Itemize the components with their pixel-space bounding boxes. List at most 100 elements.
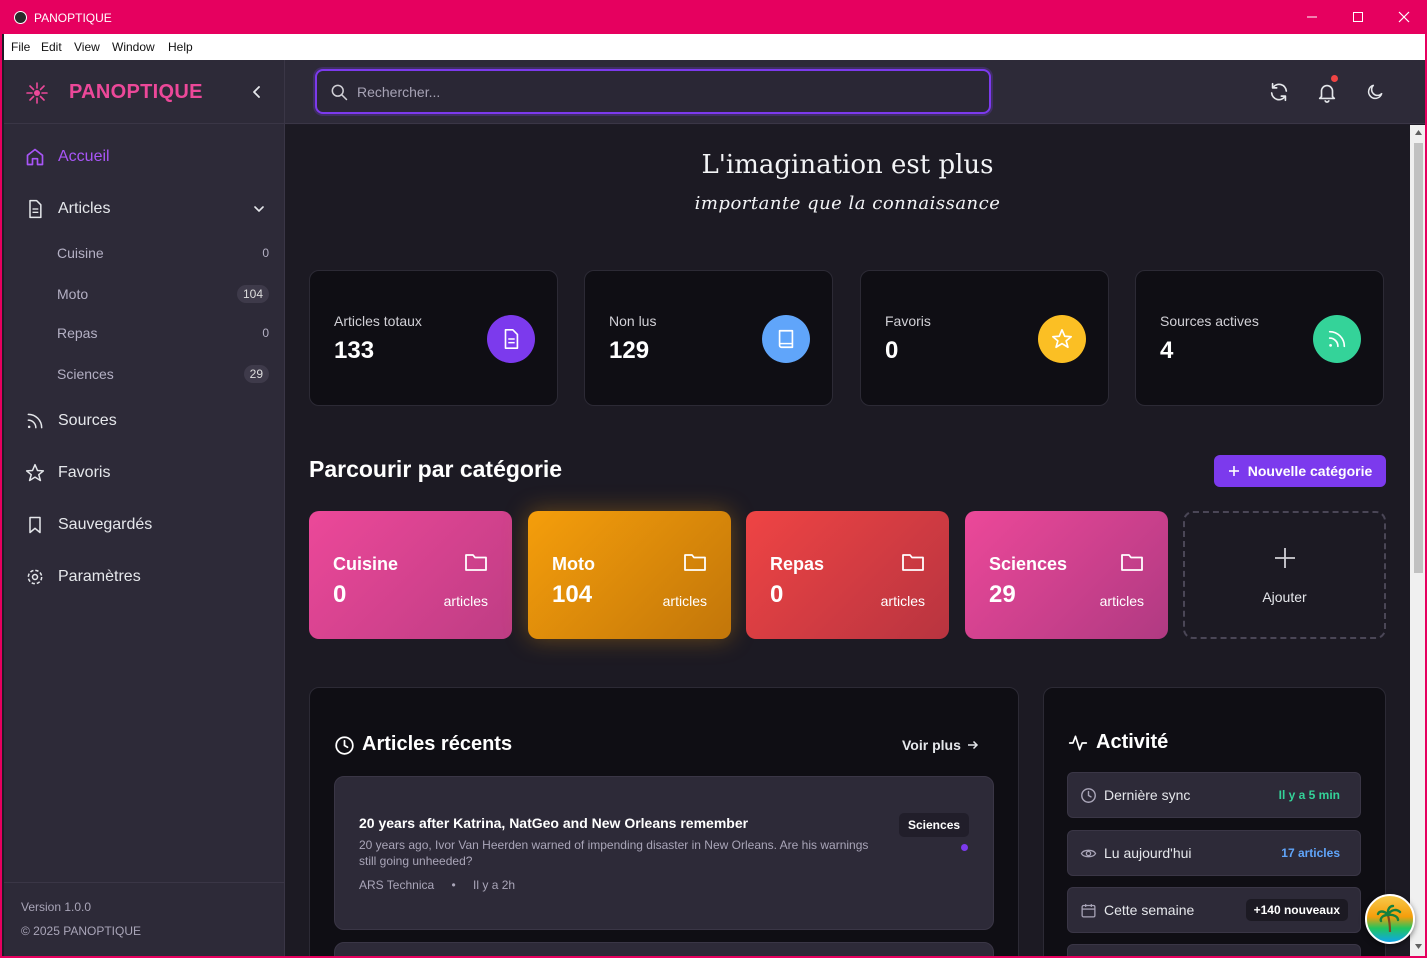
category-name: Repas: [770, 554, 825, 574]
stat-value: 133: [334, 337, 375, 364]
menu-edit[interactable]: Edit: [41, 40, 62, 54]
bookmark-icon: [24, 514, 46, 536]
rss-icon: [24, 410, 46, 432]
plus-icon: [1228, 466, 1239, 476]
scrollbar-thumb[interactable]: [1414, 143, 1423, 573]
unread-dot: [961, 844, 968, 851]
sidebar-item-sources-label: Sources: [58, 412, 117, 429]
article-description: 20 years ago, Ivor Van Heerden warned of…: [359, 838, 869, 868]
search-icon: [331, 84, 348, 101]
minimize-button[interactable]: [1289, 0, 1335, 34]
activity-label: Dernière sync: [1104, 787, 1191, 803]
rss-icon: [1313, 315, 1361, 363]
theme-toggle-button[interactable]: [1363, 80, 1387, 104]
stat-label: Sources actives: [1160, 313, 1259, 329]
clock-icon: [1081, 788, 1096, 803]
maximize-button[interactable]: [1335, 0, 1381, 34]
article-card[interactable]: [334, 942, 994, 956]
sidebar-subitem-cuisine[interactable]: Cuisine 0: [57, 245, 269, 261]
sidebar-item-articles[interactable]: Articles: [24, 198, 269, 220]
copyright-text: © 2025 PANOPTIQUE: [21, 924, 141, 938]
menu-view[interactable]: View: [74, 40, 100, 54]
main-scrollbar[interactable]: [1410, 125, 1425, 956]
maximize-icon: [1353, 12, 1363, 22]
folder-icon: [684, 554, 706, 571]
scroll-up-icon[interactable]: [1414, 129, 1423, 136]
category-card-cuisine[interactable]: Cuisine 0 articles: [309, 511, 512, 639]
refresh-button[interactable]: [1267, 80, 1291, 104]
palm-tree-icon: [1376, 904, 1402, 933]
add-category-card[interactable]: Ajouter: [1183, 511, 1386, 639]
activity-item-this-week: Cette semaine +140 nouveaux: [1067, 887, 1361, 933]
notification-dot: [1331, 75, 1338, 82]
see-more-label: Voir plus: [902, 737, 961, 753]
activity-label: Cette semaine: [1104, 902, 1195, 918]
subitem-count: 104: [236, 285, 269, 303]
sidebar-item-home-label: Accueil: [58, 148, 110, 165]
top-bar: [285, 60, 1425, 124]
title-bar: PANOPTIQUE: [2, 0, 1425, 34]
sidebar-item-sources[interactable]: Sources: [24, 410, 269, 432]
brand-name: PANOPTIQUE: [69, 81, 203, 103]
menu-help[interactable]: Help: [168, 40, 193, 54]
subitem-count: 0: [262, 246, 269, 260]
notifications-button[interactable]: [1315, 75, 1339, 104]
menu-window[interactable]: Window: [112, 40, 155, 54]
subitem-label: Repas: [57, 325, 98, 341]
activity-panel: Activité Dernière sync Il y a 5 min Lu a…: [1043, 687, 1386, 956]
sidebar-subitem-repas[interactable]: Repas 0: [57, 325, 269, 341]
scroll-down-icon[interactable]: [1414, 943, 1423, 950]
article-tag: Sciences: [899, 813, 970, 837]
activity-title: Activité: [1096, 731, 1169, 753]
subitem-label: Moto: [57, 286, 89, 302]
refresh-icon: [1270, 82, 1288, 102]
close-button[interactable]: [1381, 0, 1425, 34]
calendar-icon: [1081, 904, 1096, 918]
category-card-repas[interactable]: Repas 0 articles: [746, 511, 949, 639]
meta-separator: •: [451, 878, 456, 892]
category-card-moto[interactable]: Moto 104 articles: [528, 511, 731, 639]
star-icon: [1038, 315, 1086, 363]
search-input[interactable]: [357, 81, 957, 103]
sidebar-item-saved[interactable]: Sauvegardés: [24, 514, 269, 536]
stat-value: 0: [885, 337, 899, 364]
collapse-sidebar-icon[interactable]: [250, 84, 264, 100]
stat-card-unread: Non lus 129: [584, 270, 833, 406]
category-sub: articles: [662, 593, 707, 609]
sidebar: PANOPTIQUE Accueil Articles Cuisine 0 Mo…: [4, 60, 285, 956]
sidebar-item-settings-label: Paramètres: [58, 568, 141, 585]
category-count: 0: [770, 581, 784, 608]
stat-card-favorites: Favoris 0: [860, 270, 1109, 406]
category-sub: articles: [1099, 593, 1144, 609]
sidebar-subitem-sciences[interactable]: Sciences 29: [57, 365, 269, 383]
chevron-down-icon: [254, 206, 264, 213]
article-card[interactable]: 20 years after Katrina, NatGeo and New O…: [334, 776, 994, 930]
gear-icon: [24, 566, 46, 588]
sidebar-item-home[interactable]: Accueil: [24, 146, 269, 168]
sidebar-item-saved-label: Sauvegardés: [58, 516, 153, 533]
new-category-label: Nouvelle catégorie: [1247, 463, 1373, 479]
floating-assistant-button[interactable]: [1365, 894, 1415, 944]
sidebar-item-settings[interactable]: Paramètres: [24, 566, 269, 588]
subitem-label: Sciences: [57, 366, 114, 382]
minimize-icon: [1307, 16, 1317, 18]
see-more-link[interactable]: Voir plus: [902, 737, 979, 753]
activity-value: Il y a 5 min: [1278, 788, 1340, 802]
sidebar-subitem-moto[interactable]: Moto 104: [57, 285, 269, 303]
window-title: PANOPTIQUE: [34, 11, 112, 25]
activity-value: +140 nouveaux: [1245, 899, 1348, 921]
moon-icon: [1367, 84, 1383, 100]
add-category-label: Ajouter: [1262, 589, 1307, 605]
menu-file[interactable]: File: [11, 40, 30, 54]
recent-articles-panel: Articles récents Voir plus 20 years afte…: [309, 687, 1019, 956]
activity-label: Lu aujourd'hui: [1104, 845, 1192, 861]
stat-card-sources: Sources actives 4: [1135, 270, 1384, 406]
folder-icon: [902, 554, 924, 571]
activity-item-read-today: Lu aujourd'hui 17 articles: [1067, 830, 1361, 876]
sidebar-item-favorites[interactable]: Favoris: [24, 462, 269, 484]
activity-item-last-sync: Dernière sync Il y a 5 min: [1067, 772, 1361, 818]
categories-title: Parcourir par catégorie: [309, 456, 563, 482]
folder-icon: [1121, 554, 1143, 571]
new-category-button[interactable]: Nouvelle catégorie: [1214, 455, 1386, 487]
category-card-sciences[interactable]: Sciences 29 articles: [965, 511, 1168, 639]
